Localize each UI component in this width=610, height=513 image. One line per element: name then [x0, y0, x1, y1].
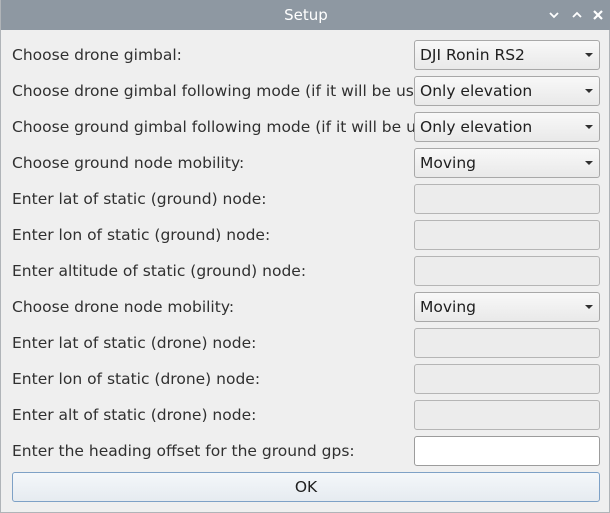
drone-lon-input[interactable] [414, 364, 600, 394]
ground-mobility-value: Moving [420, 154, 476, 172]
ground-gimbal-mode-select[interactable]: Only elevation [414, 112, 600, 142]
row-ground-lon: Enter lon of static (ground) node: [1, 220, 610, 250]
row-ground-mobility: Choose ground node mobility: Moving [1, 148, 610, 178]
close-button[interactable] [591, 8, 605, 22]
row-drone-lon: Enter lon of static (drone) node: [1, 364, 610, 394]
ok-button[interactable]: OK [12, 472, 600, 502]
chevron-down-icon [549, 12, 559, 19]
ground-mobility-label: Choose ground node mobility: [12, 154, 245, 172]
ground-alt-input[interactable] [414, 256, 600, 286]
dropdown-arrow-icon [585, 53, 593, 57]
drone-mobility-select[interactable]: Moving [414, 292, 600, 322]
drone-gimbal-value: DJI Ronin RS2 [420, 46, 525, 64]
ground-lat-label: Enter lat of static (ground) node: [12, 190, 267, 208]
ground-lon-input[interactable] [414, 220, 600, 250]
drone-gimbal-select[interactable]: DJI Ronin RS2 [414, 40, 600, 70]
drone-gimbal-mode-select[interactable]: Only elevation [414, 76, 600, 106]
heading-offset-input[interactable] [414, 436, 600, 466]
dropdown-arrow-icon [585, 125, 593, 129]
maximize-button[interactable] [570, 8, 584, 22]
ground-mobility-select[interactable]: Moving [414, 148, 600, 178]
drone-gimbal-label: Choose drone gimbal: [12, 46, 182, 64]
drone-gimbal-mode-label: Choose drone gimbal following mode (if i… [12, 82, 445, 100]
title-bar[interactable]: Setup [1, 0, 610, 30]
window-title: Setup [284, 6, 328, 24]
row-ground-gimbal-mode: Choose ground gimbal following mode (if … [1, 112, 610, 142]
dropdown-arrow-icon [585, 89, 593, 93]
row-drone-gimbal: Choose drone gimbal: DJI Ronin RS2 [1, 40, 610, 70]
dropdown-arrow-icon [585, 161, 593, 165]
drone-mobility-label: Choose drone node mobility: [12, 298, 235, 316]
drone-alt-input[interactable] [414, 400, 600, 430]
ground-lat-input[interactable] [414, 184, 600, 214]
drone-lat-label: Enter lat of static (drone) node: [12, 334, 257, 352]
ground-gimbal-mode-value: Only elevation [420, 118, 533, 136]
drone-mobility-value: Moving [420, 298, 476, 316]
drone-alt-label: Enter alt of static (drone) node: [12, 406, 257, 424]
close-icon [593, 10, 603, 20]
drone-gimbal-mode-value: Only elevation [420, 82, 533, 100]
ground-alt-label: Enter altitude of static (ground) node: [12, 262, 307, 280]
drone-lon-label: Enter lon of static (drone) node: [12, 370, 261, 388]
heading-offset-label: Enter the heading offset for the ground … [12, 442, 355, 460]
row-ground-alt: Enter altitude of static (ground) node: [1, 256, 610, 286]
setup-dialog: Setup Choose drone gimbal: DJI Ronin RS2 [0, 0, 610, 513]
ground-lon-label: Enter lon of static (ground) node: [12, 226, 271, 244]
dropdown-arrow-icon [585, 305, 593, 309]
row-drone-mobility: Choose drone node mobility: Moving [1, 292, 610, 322]
row-drone-lat: Enter lat of static (drone) node: [1, 328, 610, 358]
minimize-button[interactable] [547, 8, 561, 22]
row-drone-gimbal-mode: Choose drone gimbal following mode (if i… [1, 76, 610, 106]
row-drone-alt: Enter alt of static (drone) node: [1, 400, 610, 430]
drone-lat-input[interactable] [414, 328, 600, 358]
row-heading-offset: Enter the heading offset for the ground … [1, 436, 610, 466]
chevron-up-icon [572, 11, 582, 18]
row-ground-lat: Enter lat of static (ground) node: [1, 184, 610, 214]
ground-gimbal-mode-label: Choose ground gimbal following mode (if … [12, 118, 455, 136]
